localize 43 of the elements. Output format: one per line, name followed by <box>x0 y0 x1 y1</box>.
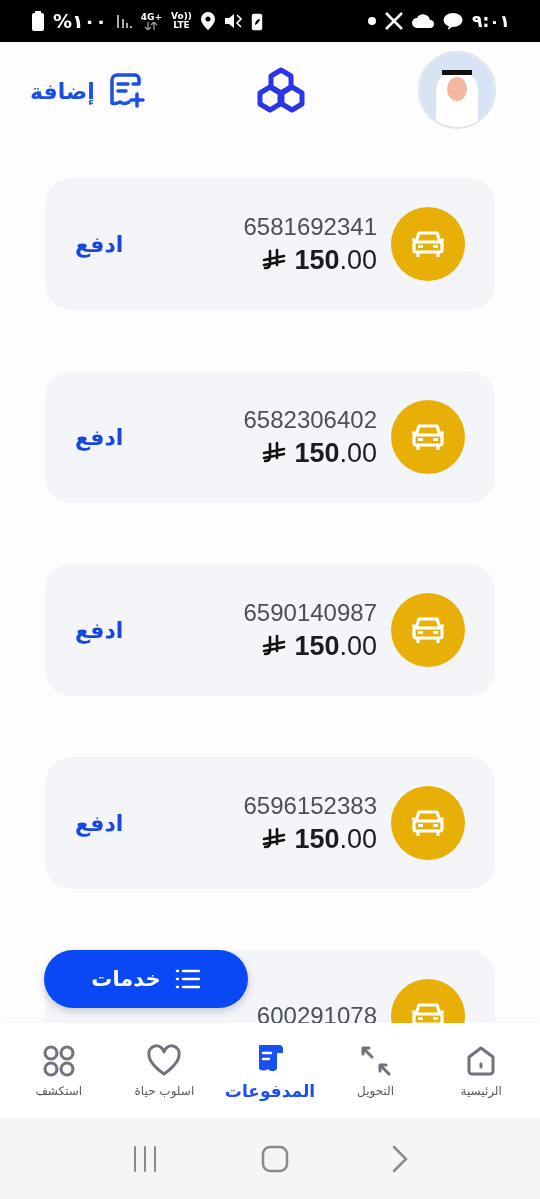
battery-saver-icon <box>250 11 263 31</box>
clock-time: ٩:٠١ <box>472 11 510 31</box>
amount-value: 150.00 <box>294 437 377 469</box>
amount-value: 150.00 <box>294 630 377 662</box>
grid-icon <box>41 1043 76 1078</box>
nav-tab[interactable]: التحويل <box>325 1043 426 1098</box>
volte-label: LTE <box>173 21 190 30</box>
nav-tab[interactable]: اسلوب حياة <box>114 1043 215 1098</box>
battery-percent: %١٠٠ <box>53 10 107 32</box>
battery-icon <box>32 11 44 31</box>
data-arrows-icon <box>144 21 159 30</box>
nav-tab[interactable]: المدفوعات <box>220 1040 320 1101</box>
dot-icon <box>368 17 377 25</box>
pay-button[interactable]: ادفع <box>75 424 124 450</box>
services-button[interactable]: خدمات <box>44 950 248 1008</box>
pay-button[interactable]: ادفع <box>75 810 124 836</box>
add-button[interactable]: إضافة <box>30 72 145 110</box>
x-icon <box>385 12 404 30</box>
chat-icon <box>443 12 464 30</box>
network-type: 4G+ <box>140 12 163 22</box>
volte-label: Vo)) <box>171 12 192 21</box>
pay-button[interactable]: ادفع <box>75 617 124 643</box>
mute-icon <box>223 12 242 30</box>
pay-button[interactable]: ادفع <box>75 231 124 257</box>
account-number: 6590140987 <box>243 598 377 627</box>
amount-value: 150.00 <box>294 244 377 276</box>
avatar[interactable] <box>418 51 496 129</box>
list-icon <box>174 969 201 989</box>
cloud-icon <box>412 14 435 28</box>
nav-tab[interactable]: استكشف <box>8 1043 109 1098</box>
logo-icon <box>255 67 308 115</box>
account-number: 6581692341 <box>243 212 377 241</box>
person-silhouette-icon <box>420 53 494 127</box>
amount-value: 150.00 <box>294 823 377 855</box>
heart-icon <box>147 1043 182 1078</box>
signal-icon <box>115 13 132 29</box>
back-icon[interactable] <box>392 1144 409 1173</box>
nav-tab[interactable]: الرئيسية <box>431 1043 532 1098</box>
account-number: 6582306402 <box>243 405 377 434</box>
home-icon[interactable] <box>261 1144 289 1173</box>
location-icon <box>200 12 215 30</box>
account-number: 6596152383 <box>243 791 377 820</box>
recent-apps-icon[interactable] <box>131 1145 158 1172</box>
